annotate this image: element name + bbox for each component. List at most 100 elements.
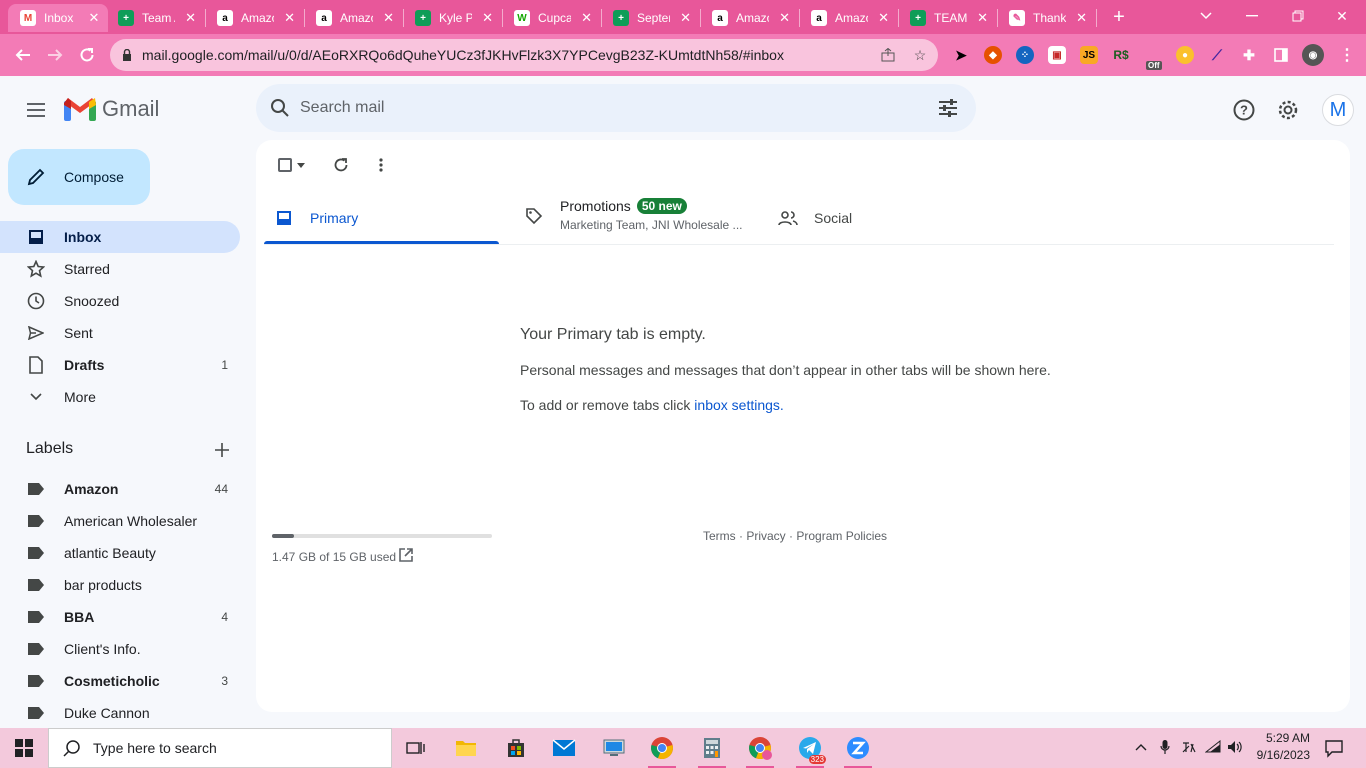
program-policies-link[interactable]: Program Policies [796, 529, 887, 543]
close-icon[interactable]: ✕ [282, 10, 297, 26]
privacy-link[interactable]: Privacy [746, 529, 785, 543]
label-item[interactable]: American Wholesaler [0, 505, 240, 537]
close-icon[interactable]: ✕ [1074, 10, 1089, 26]
extension-clipboard-icon[interactable]: ▣ [1048, 46, 1066, 64]
search-options-icon[interactable] [936, 96, 960, 120]
forward-icon[interactable] [42, 42, 68, 68]
close-icon[interactable]: ✕ [183, 10, 198, 26]
label-item[interactable]: Cosmeticholic 3 [0, 665, 240, 697]
sidebar-item-starred[interactable]: Starred [0, 253, 240, 285]
bookmark-star-icon[interactable]: ☆ [912, 47, 928, 63]
extension-fox-icon[interactable]: ◆ [984, 46, 1002, 64]
browser-tab-gmail-inbox[interactable]: M Inbox ✕ [8, 4, 108, 32]
address-bar[interactable]: mail.google.com/mail/u/0/d/AEoRXRQo6dQuh… [110, 39, 938, 71]
microphone-icon[interactable] [1156, 738, 1174, 756]
label-item[interactable]: atlantic Beauty [0, 537, 240, 569]
search-icon[interactable] [268, 96, 292, 120]
extension-pen-icon[interactable]: ⟋ [1208, 46, 1226, 64]
extension-dice-icon[interactable]: ⁘ [1016, 46, 1034, 64]
zoom-icon[interactable] [838, 732, 878, 768]
label-item[interactable]: Duke Cannon [0, 697, 240, 729]
minimize-icon[interactable] [1232, 4, 1272, 28]
show-hidden-icons-chevron-icon[interactable] [1132, 738, 1150, 756]
search-bar[interactable] [256, 84, 976, 132]
profile-avatar-icon[interactable]: ◉ [1302, 44, 1324, 66]
close-icon[interactable]: ✕ [86, 10, 102, 26]
close-icon[interactable]: ✕ [381, 10, 396, 26]
account-avatar[interactable]: M [1322, 94, 1354, 126]
mail-app-icon[interactable] [544, 732, 584, 764]
browser-tab[interactable]: ✎ Thank ✕ [997, 4, 1095, 32]
sidebar-item-sent[interactable]: Sent [0, 317, 240, 349]
lock-icon[interactable] [120, 48, 134, 62]
taskbar-search-box[interactable]: Type here to search [48, 728, 392, 768]
sidebar-item-more[interactable]: More [0, 381, 240, 413]
close-icon[interactable]: ✕ [480, 10, 495, 26]
telegram-icon[interactable]: 323 [790, 732, 830, 768]
restore-icon[interactable] [1278, 4, 1318, 28]
url-text[interactable]: mail.google.com/mail/u/0/d/AEoRXRQo6dQuh… [142, 47, 862, 63]
extension-arrow-icon[interactable]: ➤ [952, 46, 970, 64]
file-explorer-icon[interactable] [446, 732, 486, 764]
extensions-puzzle-icon[interactable]: ✚ [1240, 46, 1258, 64]
reload-icon[interactable] [74, 42, 100, 68]
compose-button[interactable]: Compose [8, 149, 150, 205]
label-item[interactable]: bar products [0, 569, 240, 601]
sidebar-item-drafts[interactable]: Drafts 1 [0, 349, 240, 381]
extension-js-icon[interactable]: JS [1080, 46, 1098, 64]
side-panel-icon[interactable] [1272, 46, 1290, 64]
microsoft-store-icon[interactable] [496, 732, 536, 764]
back-icon[interactable] [10, 42, 36, 68]
browser-tab[interactable]: a Amazon ✕ [205, 4, 303, 32]
notification-center-icon[interactable] [1324, 738, 1344, 758]
windows-start-icon[interactable] [0, 728, 48, 768]
tab-primary[interactable]: Primary [274, 192, 358, 244]
close-icon[interactable]: ✕ [678, 10, 693, 26]
browser-tab[interactable]: a Amazon ✕ [700, 4, 798, 32]
share-icon[interactable] [880, 47, 896, 63]
close-icon[interactable]: ✕ [777, 10, 792, 26]
browser-tab[interactable]: + TEAM ✕ [898, 4, 996, 32]
label-item[interactable]: Amazon 44 [0, 473, 240, 505]
extension-circle-icon[interactable]: ● [1176, 46, 1194, 64]
sidebar-item-snoozed[interactable]: Snoozed [0, 285, 240, 317]
refresh-icon[interactable] [328, 152, 354, 178]
main-menu-icon[interactable] [24, 98, 48, 122]
browser-tab[interactable]: W Cupcake ✕ [502, 4, 600, 32]
search-input[interactable] [300, 99, 900, 117]
label-item[interactable]: Client's Info. [0, 633, 240, 665]
close-icon[interactable]: ✕ [579, 10, 594, 26]
browser-tab[interactable]: + September ✕ [601, 4, 699, 32]
taskbar-clock[interactable]: 5:29 AM 9/16/2023 [1248, 730, 1310, 764]
extension-off-icon[interactable]: Off [1144, 46, 1162, 70]
chrome-profile-icon[interactable] [740, 732, 780, 768]
settings-gear-icon[interactable] [1274, 96, 1302, 124]
browser-menu-icon[interactable]: ⋮ [1338, 46, 1356, 64]
browser-tab[interactable]: + Team A ✕ [106, 4, 204, 32]
browser-tab[interactable]: a Amazon ✕ [304, 4, 402, 32]
more-options-icon[interactable] [368, 152, 394, 178]
sidebar-item-inbox[interactable]: Inbox [0, 221, 240, 253]
chrome-icon[interactable] [642, 732, 682, 768]
wifi-icon[interactable] [1204, 738, 1222, 756]
inbox-settings-link[interactable]: inbox settings [694, 397, 780, 413]
browser-tab[interactable]: + Kyle Pa ✕ [403, 4, 501, 32]
window-close-icon[interactable]: ✕ [1322, 4, 1362, 28]
calculator-icon[interactable] [692, 732, 732, 768]
gmail-logo[interactable]: Gmail [64, 96, 159, 122]
task-view-icon[interactable] [396, 732, 436, 764]
input-method-icon[interactable] [1180, 738, 1198, 756]
close-icon[interactable]: ✕ [975, 10, 990, 26]
open-storage-icon[interactable] [398, 547, 414, 563]
terms-link[interactable]: Terms [703, 529, 736, 543]
tab-social[interactable]: Social [778, 192, 852, 244]
tab-promotions[interactable]: Promotions 50 new Marketing Team, JNI Wh… [524, 192, 744, 244]
remote-desktop-icon[interactable] [594, 732, 634, 764]
add-label-icon[interactable] [212, 440, 232, 460]
browser-tab[interactable]: a Amazon ✕ [799, 4, 897, 32]
extension-rs-icon[interactable]: R$ [1112, 46, 1130, 64]
label-item[interactable]: BBA 4 [0, 601, 240, 633]
close-icon[interactable]: ✕ [876, 10, 891, 26]
new-tab-button[interactable]: + [1108, 6, 1130, 28]
tab-search-icon[interactable] [1186, 4, 1226, 28]
